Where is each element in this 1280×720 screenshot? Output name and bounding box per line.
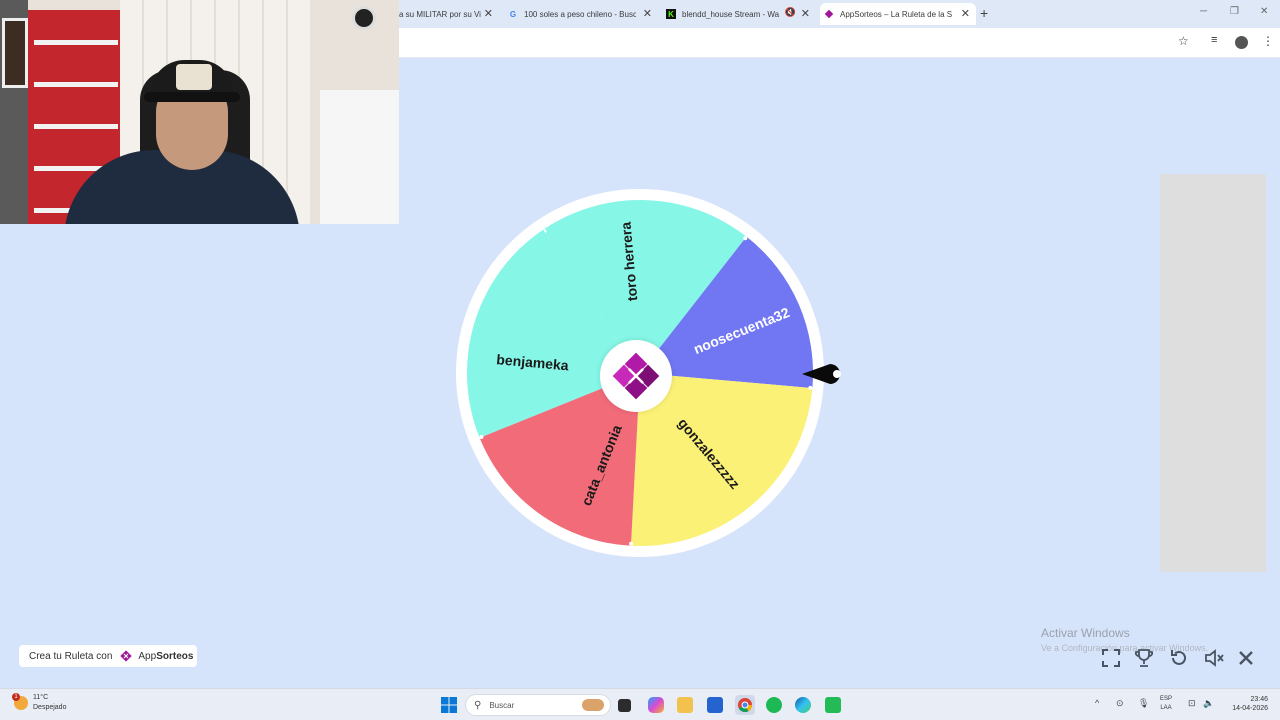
bookmark-star-icon[interactable]: ☆	[1178, 34, 1189, 48]
wall-clock	[352, 6, 376, 30]
microsoft-store-icon[interactable]	[707, 697, 723, 713]
credit-brand-bold: Sorteos	[156, 650, 194, 662]
language-code: ESP	[1160, 696, 1173, 702]
edge-icon[interactable]	[795, 697, 811, 713]
volume-icon[interactable]: 🔈	[1203, 698, 1214, 709]
clock-time: 23:46	[1250, 696, 1268, 703]
fullscreen-icon[interactable]	[1099, 646, 1123, 670]
appsorteos-credit-link[interactable]: Crea tu Ruleta con App Sorteos	[19, 645, 197, 667]
file-explorer-icon[interactable]	[677, 697, 693, 713]
keyboard-layout: LAA	[1160, 705, 1172, 711]
task-view-icon[interactable]	[618, 699, 631, 712]
wheel-pointer	[800, 361, 852, 387]
ad-placeholder	[1160, 174, 1266, 572]
close-icon[interactable]	[1234, 646, 1258, 670]
appsorteos-logo-icon	[600, 340, 672, 412]
windows-taskbar: 1 11°C Despejado ⚲ Buscar ^ ⊙ 🎙 ESP LAA …	[0, 688, 1280, 720]
reset-icon[interactable]	[1167, 646, 1191, 670]
tab-appsorteos[interactable]: AppSorteos – La Ruleta de la Su ✕	[820, 3, 976, 25]
weather-desc: Despejado	[33, 704, 67, 711]
credit-text: Crea tu Ruleta con	[29, 650, 113, 662]
google-icon: G	[509, 9, 517, 19]
appsorteos-mini-logo-icon	[118, 648, 134, 664]
tab-title: a su MILITAR por su Vi	[399, 9, 481, 19]
tab-google-search[interactable]: G 100 soles a peso chileno - Busc ✕	[508, 3, 658, 25]
cap-patch	[176, 64, 212, 90]
spotify-icon[interactable]	[766, 697, 782, 713]
segment-divider-dot	[743, 236, 748, 241]
display-shelf	[320, 90, 399, 224]
appsorteos-icon	[824, 9, 834, 19]
tab-close-icon[interactable]: ✕	[801, 7, 810, 20]
search-highlight-icon	[582, 699, 604, 711]
weather-sun-icon: 1	[12, 693, 28, 710]
tab-close-icon[interactable]: ✕	[484, 7, 493, 20]
tray-mic-icon[interactable]: 🎙	[1138, 698, 1149, 709]
tray-network-app-icon[interactable]: ⊙	[1116, 698, 1124, 709]
windows-start-icon[interactable]	[441, 697, 457, 713]
tab-close-icon[interactable]: ✕	[643, 7, 652, 20]
taskbar-search[interactable]: ⚲ Buscar	[465, 694, 611, 716]
watermark-title: Activar Windows	[1041, 626, 1130, 640]
clock-date: 14-04-2026	[1232, 705, 1268, 712]
segment-divider-dot	[479, 435, 484, 440]
network-icon[interactable]: ⊡	[1188, 698, 1196, 709]
notification-badge: 1	[12, 693, 20, 701]
profile-avatar[interactable]	[1235, 36, 1248, 49]
wall-picture	[2, 18, 28, 88]
search-icon: ⚲	[474, 699, 482, 711]
segment-divider-dot	[629, 541, 634, 546]
weather-temp: 11°C	[33, 694, 49, 701]
cap-visor	[144, 92, 240, 102]
trophy-icon[interactable]	[1132, 646, 1156, 670]
new-tab-button[interactable]: +	[980, 5, 988, 21]
credit-brand-light: App	[138, 650, 157, 662]
tab-kick-stream[interactable]: K blendd_house Stream - Wa 🔇 ✕	[666, 3, 816, 25]
restore-icon[interactable]: ❐	[1230, 6, 1239, 17]
media-control-icon[interactable]: ≡	[1211, 34, 1217, 46]
tab-close-icon[interactable]: ✕	[961, 7, 970, 20]
language-indicator[interactable]: ESP LAA	[1160, 695, 1172, 713]
sound-off-icon[interactable]	[1202, 646, 1226, 670]
address-bar[interactable]	[404, 31, 1180, 55]
obs-like-app-icon[interactable]	[825, 697, 841, 713]
tray-overflow-icon[interactable]: ^	[1095, 698, 1099, 708]
window-close-icon[interactable]: ✕	[1260, 6, 1268, 17]
minimize-icon[interactable]: ─	[1200, 6, 1207, 17]
muted-speaker-icon[interactable]: 🔇	[785, 7, 796, 18]
webcam-overlay	[0, 0, 399, 224]
weather-widget[interactable]: 1 11°C Despejado	[12, 693, 67, 713]
tab-title: 100 soles a peso chileno - Busc	[524, 9, 636, 19]
tab-military[interactable]: a su MILITAR por su Vi ✕	[399, 3, 499, 25]
system-clock[interactable]: 23:46 14-04-2026	[1226, 695, 1268, 713]
search-placeholder: Buscar	[489, 700, 515, 710]
kick-icon: K	[666, 9, 676, 19]
tab-title: blendd_house Stream - Wa	[682, 9, 780, 19]
chrome-icon[interactable]	[735, 695, 755, 715]
tab-title: AppSorteos – La Ruleta de la Su	[840, 9, 952, 19]
copilot-icon[interactable]	[648, 697, 664, 713]
menu-kebab-icon[interactable]: ⋮	[1262, 34, 1274, 48]
